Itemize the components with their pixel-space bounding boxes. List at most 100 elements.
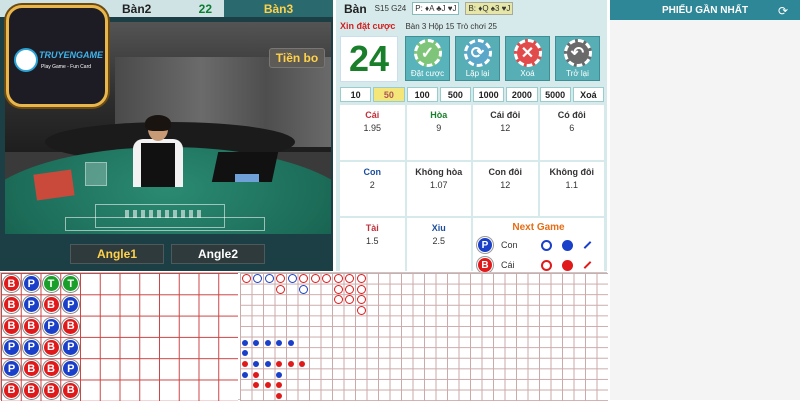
card-shoe-label <box>235 174 259 182</box>
tip-button[interactable]: Tiền bo <box>269 48 325 68</box>
bead-road-bead: B <box>22 381 40 399</box>
big-road <box>240 273 608 401</box>
shoe-info: S15 G24 <box>374 4 407 13</box>
chip-clear[interactable]: Xoá <box>572 87 604 102</box>
bet-banker[interactable]: Cái 1.95 <box>340 105 405 160</box>
bead-road-bead: T <box>62 275 80 292</box>
big-road-marker <box>356 274 366 283</box>
bet-no-tie[interactable]: Không hòa 1.07 <box>406 162 471 216</box>
next-banker-label: Cái <box>501 260 515 270</box>
bet-player-pair[interactable]: Con đôi 12 <box>473 162 538 216</box>
bet-banker-pair-name: Cái đôi <box>490 110 521 120</box>
bet-banker-name: Cái <box>365 110 380 120</box>
discard-holder <box>85 162 107 186</box>
bet-no-pair[interactable]: Không đôi 1.1 <box>539 162 604 216</box>
cockroach-player-icon <box>583 241 592 249</box>
bet-small[interactable]: Xỉu 2.5 <box>406 218 471 273</box>
bead-road-bead: B <box>3 317 20 335</box>
chip-10[interactable]: 10 <box>340 87 372 102</box>
big-road-marker <box>333 284 343 294</box>
next-player-label: Con <box>501 240 518 250</box>
bead-road-bead: B <box>3 275 20 292</box>
bet-subheader: Xin đặt cược Bàn 3 Hộp 15 Trò chơi 25 <box>336 18 607 34</box>
bead-road-bead: B <box>42 338 60 356</box>
banker-badge-icon: B <box>477 257 493 273</box>
big-road-marker <box>356 305 366 315</box>
repeat-button[interactable]: ⟳ Lặp lại <box>455 36 500 81</box>
big-road-marker <box>299 274 308 283</box>
chip-5000[interactable]: 5000 <box>539 87 571 102</box>
chip-500[interactable]: 500 <box>439 87 471 102</box>
refresh-icon[interactable]: ⟳ <box>778 4 788 18</box>
bet-tie[interactable]: Hòa 9 <box>406 105 471 160</box>
road-maps: BPTTBPBPBBPBPPBPPBBPBBBB <box>0 272 608 401</box>
bet-no-pair-odds: 1.1 <box>565 180 578 190</box>
big-road-marker <box>287 360 294 367</box>
big-road-marker <box>276 274 285 283</box>
chip-1000[interactable]: 1000 <box>473 87 505 102</box>
logo-mascot-icon <box>14 48 38 72</box>
dealer <box>133 115 183 187</box>
bet-big-odds: 1.5 <box>365 236 379 246</box>
big-road-marker <box>241 360 248 367</box>
bet-banker-pair[interactable]: Cái đôi 12 <box>473 105 538 160</box>
big-road-marker <box>299 284 308 294</box>
check-icon: ✓ <box>413 39 442 67</box>
chip-100[interactable]: 100 <box>406 87 438 102</box>
dealer-hair <box>145 115 171 131</box>
chip-50[interactable]: 50 <box>373 87 405 102</box>
bead-road-bead: B <box>62 381 80 399</box>
undo-button[interactable]: ↶ Trở lại <box>555 36 600 81</box>
tab-ban2[interactable]: Bàn2 22 <box>102 0 224 17</box>
bead-road-bead: P <box>22 296 40 314</box>
next-game-panel: Next Game P Con B Cái <box>473 218 604 273</box>
bead-road-bead: B <box>22 317 40 335</box>
big-road-marker <box>264 360 271 367</box>
bet-header: Bàn S15 G24 P: ♦A ♣J ♥J B: ♦Q ♠3 ♥J <box>336 0 607 17</box>
bet-player-pair-odds: 12 <box>500 180 511 190</box>
big-road-marker <box>287 339 294 346</box>
place-bet-label: Đặt cược <box>410 69 445 78</box>
big-road-marker <box>241 371 248 378</box>
table-info: Bàn 3 Hộp 15 Trò chơi 25 <box>405 21 497 31</box>
cockroach-banker-icon <box>583 261 592 269</box>
tab-ban3[interactable]: Bàn3 <box>224 0 333 17</box>
big-road-marker <box>264 339 271 346</box>
recent-tickets-panel <box>610 20 800 400</box>
bet-player[interactable]: Con 2 <box>340 162 405 216</box>
big-road-marker <box>356 295 366 305</box>
big-road-marker <box>276 339 282 346</box>
next-game-player-row[interactable]: P Con <box>477 236 602 254</box>
big-road-marker <box>253 382 259 389</box>
bead-road-bead: P <box>62 360 80 378</box>
big-road-marker <box>333 274 343 283</box>
big-road-marker <box>253 274 262 283</box>
bead-road-bead: B <box>3 296 20 314</box>
big-eye-player-icon <box>541 239 552 251</box>
bead-road-bead: B <box>42 296 60 314</box>
big-road-marker <box>310 274 320 283</box>
bet-big[interactable]: Tài 1.5 <box>340 218 405 273</box>
bet-small-name: Xỉu <box>431 223 446 233</box>
big-road-marker <box>322 274 331 283</box>
bead-road-bead: P <box>62 296 80 314</box>
bet-banker-pair-odds: 12 <box>500 123 511 133</box>
place-bet-button[interactable]: ✓ Đặt cược <box>405 36 450 81</box>
big-road-marker <box>276 382 282 389</box>
big-road-marker <box>253 360 259 367</box>
chip-2000[interactable]: 2000 <box>506 87 538 102</box>
site-logo: TRUYENGAME Play Game - Fun Card <box>6 5 108 107</box>
bead-road-bead: P <box>42 317 60 335</box>
angle2-button[interactable]: Angle2 <box>171 244 265 264</box>
bead-road-bead: B <box>42 360 60 378</box>
big-road-marker <box>241 339 248 346</box>
player-cards: P: ♦A ♣J ♥J <box>412 2 460 15</box>
bet-grid: Cái 1.95 Hòa 9 Cái đôi 12 Có đôi 6 Con 2 Khôn… <box>340 105 604 273</box>
countdown-timer: 24 <box>340 36 398 82</box>
bet-any-pair[interactable]: Có đôi 6 <box>539 105 604 160</box>
bead-road-bead: P <box>22 275 40 292</box>
logo-brand: TRUYENGAME <box>39 50 104 60</box>
bead-road-bead: B <box>42 381 60 399</box>
clear-button[interactable]: ✕ Xoá <box>505 36 550 81</box>
angle1-button[interactable]: Angle1 <box>70 244 164 264</box>
